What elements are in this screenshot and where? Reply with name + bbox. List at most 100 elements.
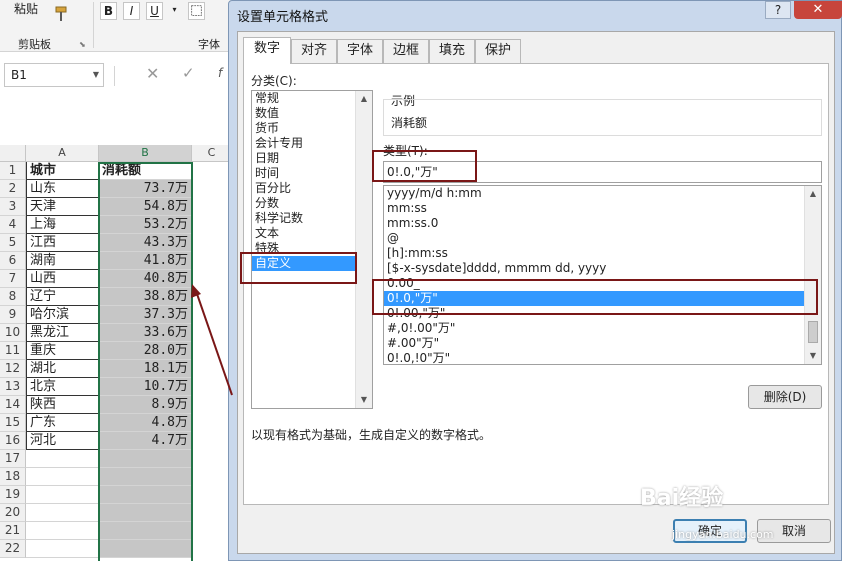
format-code-item[interactable]: [$-x-sysdate]dddd, mmmm dd, yyyy <box>384 261 821 276</box>
row-header[interactable]: 6 <box>0 252 26 270</box>
scroll-up-icon[interactable]: ▲ <box>356 91 372 107</box>
row-header[interactable]: 21 <box>0 522 26 540</box>
cell-a[interactable]: 湖北 <box>26 360 99 378</box>
format-code-item[interactable]: mm:ss <box>384 201 821 216</box>
scroll-thumb[interactable] <box>808 321 818 343</box>
cell-b[interactable]: 28.0万 <box>99 342 192 360</box>
cell-a[interactable]: 山西 <box>26 270 99 288</box>
row-header[interactable]: 19 <box>0 486 26 504</box>
cell-a[interactable]: 哈尔滨 <box>26 306 99 324</box>
cell-a[interactable]: 湖南 <box>26 252 99 270</box>
category-item[interactable]: 百分比 <box>252 181 372 196</box>
row-header[interactable]: 1 <box>0 162 26 180</box>
italic-button[interactable]: I <box>123 2 140 20</box>
dialog-launcher-icon[interactable]: ⬊ <box>79 40 86 49</box>
format-code-item[interactable]: #,0!.00"万" <box>384 321 821 336</box>
row-header[interactable]: 12 <box>0 360 26 378</box>
row-header[interactable]: 10 <box>0 324 26 342</box>
help-button[interactable]: ? <box>765 1 791 19</box>
cell-a[interactable] <box>26 468 99 486</box>
tab-font[interactable]: 字体 <box>337 39 383 63</box>
scroll-down-icon[interactable]: ▼ <box>356 392 372 408</box>
category-item[interactable]: 货币 <box>252 121 372 136</box>
format-painter-icon[interactable] <box>54 6 68 22</box>
cell-a[interactable] <box>26 450 99 468</box>
cell-a[interactable]: 山东 <box>26 180 99 198</box>
cell-b[interactable]: 53.2万 <box>99 216 192 234</box>
row-header[interactable]: 18 <box>0 468 26 486</box>
paste-button[interactable]: 粘贴 <box>14 0 38 17</box>
cell-b[interactable]: 4.8万 <box>99 414 192 432</box>
category-item[interactable]: 时间 <box>252 166 372 181</box>
cell-b[interactable]: 38.8万 <box>99 288 192 306</box>
category-item[interactable]: 特殊 <box>252 241 372 256</box>
cell-b[interactable]: 73.7万 <box>99 180 192 198</box>
cell-b[interactable]: 43.3万 <box>99 234 192 252</box>
cell-b[interactable]: 10.7万 <box>99 378 192 396</box>
tab-border[interactable]: 边框 <box>383 39 429 63</box>
underline-dropdown-icon[interactable]: ▾ <box>166 2 183 20</box>
row-header[interactable]: 2 <box>0 180 26 198</box>
row-header[interactable]: 5 <box>0 234 26 252</box>
cell-a[interactable]: 城市 <box>26 162 99 180</box>
name-box[interactable]: B1 ▼ <box>4 63 104 87</box>
cell-b[interactable]: 8.9万 <box>99 396 192 414</box>
row-header[interactable]: 13 <box>0 378 26 396</box>
category-item[interactable]: 科学记数 <box>252 211 372 226</box>
cell-b[interactable] <box>99 486 192 504</box>
row-header[interactable]: 22 <box>0 540 26 558</box>
underline-button[interactable]: U <box>146 2 163 20</box>
category-item[interactable]: 文本 <box>252 226 372 241</box>
cell-a[interactable] <box>26 540 99 558</box>
column-header-a[interactable]: A <box>26 145 99 162</box>
cell-a[interactable]: 辽宁 <box>26 288 99 306</box>
cell-a[interactable]: 上海 <box>26 216 99 234</box>
cell-a[interactable]: 天津 <box>26 198 99 216</box>
cell-b[interactable]: 37.3万 <box>99 306 192 324</box>
cell-a[interactable]: 陕西 <box>26 396 99 414</box>
row-header[interactable]: 9 <box>0 306 26 324</box>
tab-alignment[interactable]: 对齐 <box>291 39 337 63</box>
format-code-item[interactable]: mm:ss.0 <box>384 216 821 231</box>
cell-b[interactable] <box>99 540 192 558</box>
cell-b[interactable]: 41.8万 <box>99 252 192 270</box>
cancel-icon[interactable]: ✕ <box>146 64 159 83</box>
category-item[interactable]: 日期 <box>252 151 372 166</box>
cell-b[interactable] <box>99 468 192 486</box>
cell-a[interactable] <box>26 486 99 504</box>
border-icon[interactable] <box>188 2 205 20</box>
format-code-item[interactable]: @ <box>384 231 821 246</box>
cell-a[interactable]: 重庆 <box>26 342 99 360</box>
category-item[interactable]: 自定义 <box>252 256 372 271</box>
row-header[interactable]: 16 <box>0 432 26 450</box>
format-code-item[interactable]: yyyy/m/d h:mm <box>384 186 821 201</box>
format-code-item[interactable]: 0.00_ <box>384 276 821 291</box>
cell-b[interactable]: 40.8万 <box>99 270 192 288</box>
row-header[interactable]: 8 <box>0 288 26 306</box>
tab-protection[interactable]: 保护 <box>475 39 521 63</box>
cell-a[interactable]: 北京 <box>26 378 99 396</box>
cell-a[interactable]: 河北 <box>26 432 99 450</box>
format-code-item[interactable]: [h]:mm:ss <box>384 246 821 261</box>
scroll-down-icon[interactable]: ▼ <box>805 348 821 364</box>
cell-a[interactable]: 广东 <box>26 414 99 432</box>
category-item[interactable]: 常规 <box>252 91 372 106</box>
row-header[interactable]: 7 <box>0 270 26 288</box>
cell-a[interactable] <box>26 522 99 540</box>
tab-fill[interactable]: 填充 <box>429 39 475 63</box>
category-item[interactable]: 会计专用 <box>252 136 372 151</box>
cell-b[interactable]: 54.8万 <box>99 198 192 216</box>
cell-b[interactable]: 33.6万 <box>99 324 192 342</box>
format-code-item[interactable]: 0!.0,!0"万" <box>384 351 821 364</box>
category-list[interactable]: 常规 数值 货币 会计专用 日期 时间 百分比 分数 科学记数 文本 特殊 自定义 ▲ ▼ <box>251 90 373 409</box>
column-header-b[interactable]: B <box>99 145 192 162</box>
tab-number[interactable]: 数字 <box>243 37 291 64</box>
format-code-item[interactable]: 0!.0,"万" <box>384 291 821 306</box>
row-header[interactable]: 17 <box>0 450 26 468</box>
category-item[interactable]: 分数 <box>252 196 372 211</box>
select-all-corner[interactable] <box>0 145 26 162</box>
cell-b[interactable]: 18.1万 <box>99 360 192 378</box>
close-button[interactable]: ✕ <box>794 1 842 19</box>
cell-b[interactable] <box>99 522 192 540</box>
cell-b[interactable]: 4.7万 <box>99 432 192 450</box>
